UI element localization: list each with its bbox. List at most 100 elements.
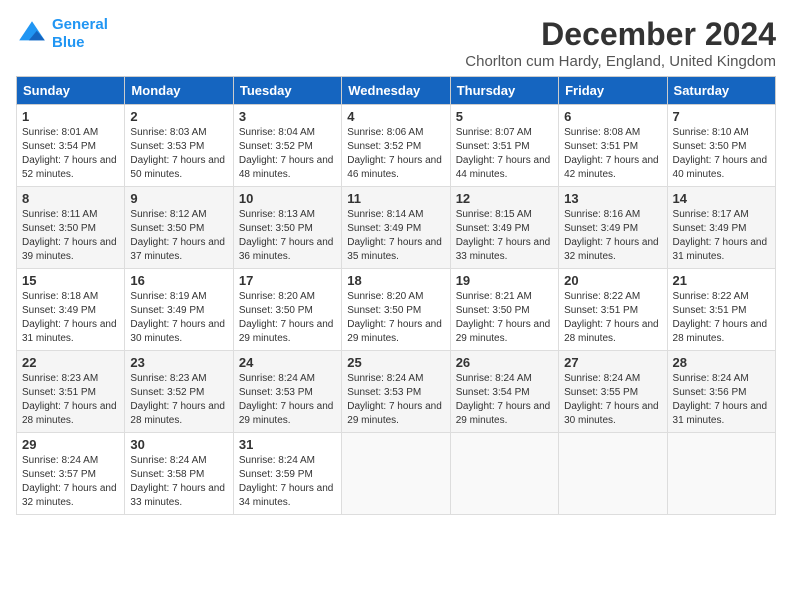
day-info: Sunrise: 8:24 AM Sunset: 3:53 PM Dayligh…	[239, 372, 336, 428]
day-number: 5	[456, 109, 553, 124]
day-info: Sunrise: 8:17 AM Sunset: 3:49 PM Dayligh…	[673, 208, 770, 264]
logo: General Blue	[16, 16, 108, 52]
calendar-table: SundayMondayTuesdayWednesdayThursdayFrid…	[16, 76, 776, 515]
calendar-day-cell: 8 Sunrise: 8:11 AM Sunset: 3:50 PM Dayli…	[17, 187, 125, 269]
calendar-day-cell: 22 Sunrise: 8:23 AM Sunset: 3:51 PM Dayl…	[17, 351, 125, 433]
calendar-header-row: SundayMondayTuesdayWednesdayThursdayFrid…	[17, 77, 776, 105]
calendar-day-cell: 13 Sunrise: 8:16 AM Sunset: 3:49 PM Dayl…	[559, 187, 667, 269]
day-info: Sunrise: 8:23 AM Sunset: 3:52 PM Dayligh…	[130, 372, 227, 428]
calendar-day-cell	[559, 433, 667, 515]
day-number: 19	[456, 273, 553, 288]
calendar-day-header: Wednesday	[342, 77, 450, 105]
page-header: General Blue December 2024 Chorlton cum …	[16, 16, 776, 70]
day-number: 22	[22, 355, 119, 370]
day-number: 20	[564, 273, 661, 288]
day-info: Sunrise: 8:24 AM Sunset: 3:54 PM Dayligh…	[456, 372, 553, 428]
calendar-day-header: Thursday	[450, 77, 558, 105]
day-info: Sunrise: 8:24 AM Sunset: 3:56 PM Dayligh…	[673, 372, 770, 428]
day-info: Sunrise: 8:16 AM Sunset: 3:49 PM Dayligh…	[564, 208, 661, 264]
day-number: 11	[347, 191, 444, 206]
day-info: Sunrise: 8:19 AM Sunset: 3:49 PM Dayligh…	[130, 290, 227, 346]
calendar-day-cell: 29 Sunrise: 8:24 AM Sunset: 3:57 PM Dayl…	[17, 433, 125, 515]
calendar-day-cell: 12 Sunrise: 8:15 AM Sunset: 3:49 PM Dayl…	[450, 187, 558, 269]
calendar-day-cell: 24 Sunrise: 8:24 AM Sunset: 3:53 PM Dayl…	[233, 351, 341, 433]
calendar-day-cell: 14 Sunrise: 8:17 AM Sunset: 3:49 PM Dayl…	[667, 187, 775, 269]
day-info: Sunrise: 8:03 AM Sunset: 3:53 PM Dayligh…	[130, 126, 227, 182]
day-number: 26	[456, 355, 553, 370]
calendar-day-cell: 20 Sunrise: 8:22 AM Sunset: 3:51 PM Dayl…	[559, 269, 667, 351]
calendar-day-cell: 31 Sunrise: 8:24 AM Sunset: 3:59 PM Dayl…	[233, 433, 341, 515]
calendar-day-cell	[342, 433, 450, 515]
calendar-day-cell	[450, 433, 558, 515]
calendar-day-header: Tuesday	[233, 77, 341, 105]
calendar-day-cell: 30 Sunrise: 8:24 AM Sunset: 3:58 PM Dayl…	[125, 433, 233, 515]
day-number: 18	[347, 273, 444, 288]
calendar-day-cell: 17 Sunrise: 8:20 AM Sunset: 3:50 PM Dayl…	[233, 269, 341, 351]
calendar-day-cell	[667, 433, 775, 515]
calendar-week-row: 8 Sunrise: 8:11 AM Sunset: 3:50 PM Dayli…	[17, 187, 776, 269]
month-title: December 2024	[465, 16, 776, 53]
calendar-week-row: 1 Sunrise: 8:01 AM Sunset: 3:54 PM Dayli…	[17, 105, 776, 187]
day-info: Sunrise: 8:15 AM Sunset: 3:49 PM Dayligh…	[456, 208, 553, 264]
day-info: Sunrise: 8:12 AM Sunset: 3:50 PM Dayligh…	[130, 208, 227, 264]
day-number: 6	[564, 109, 661, 124]
calendar-day-cell: 4 Sunrise: 8:06 AM Sunset: 3:52 PM Dayli…	[342, 105, 450, 187]
calendar-day-cell: 10 Sunrise: 8:13 AM Sunset: 3:50 PM Dayl…	[233, 187, 341, 269]
day-number: 1	[22, 109, 119, 124]
day-info: Sunrise: 8:08 AM Sunset: 3:51 PM Dayligh…	[564, 126, 661, 182]
day-info: Sunrise: 8:18 AM Sunset: 3:49 PM Dayligh…	[22, 290, 119, 346]
title-block: December 2024 Chorlton cum Hardy, Englan…	[465, 16, 776, 70]
logo-line1: General	[52, 16, 108, 33]
day-info: Sunrise: 8:21 AM Sunset: 3:50 PM Dayligh…	[456, 290, 553, 346]
calendar-day-cell: 6 Sunrise: 8:08 AM Sunset: 3:51 PM Dayli…	[559, 105, 667, 187]
day-info: Sunrise: 8:14 AM Sunset: 3:49 PM Dayligh…	[347, 208, 444, 264]
day-number: 23	[130, 355, 227, 370]
calendar-day-cell: 18 Sunrise: 8:20 AM Sunset: 3:50 PM Dayl…	[342, 269, 450, 351]
day-number: 8	[22, 191, 119, 206]
day-number: 14	[673, 191, 770, 206]
day-number: 30	[130, 437, 227, 452]
day-number: 7	[673, 109, 770, 124]
day-info: Sunrise: 8:10 AM Sunset: 3:50 PM Dayligh…	[673, 126, 770, 182]
day-number: 31	[239, 437, 336, 452]
day-number: 2	[130, 109, 227, 124]
calendar-day-cell: 21 Sunrise: 8:22 AM Sunset: 3:51 PM Dayl…	[667, 269, 775, 351]
day-number: 28	[673, 355, 770, 370]
day-info: Sunrise: 8:24 AM Sunset: 3:58 PM Dayligh…	[130, 454, 227, 510]
calendar-day-cell: 15 Sunrise: 8:18 AM Sunset: 3:49 PM Dayl…	[17, 269, 125, 351]
calendar-day-cell: 26 Sunrise: 8:24 AM Sunset: 3:54 PM Dayl…	[450, 351, 558, 433]
calendar-day-cell: 1 Sunrise: 8:01 AM Sunset: 3:54 PM Dayli…	[17, 105, 125, 187]
day-number: 21	[673, 273, 770, 288]
calendar-day-cell: 5 Sunrise: 8:07 AM Sunset: 3:51 PM Dayli…	[450, 105, 558, 187]
day-info: Sunrise: 8:06 AM Sunset: 3:52 PM Dayligh…	[347, 126, 444, 182]
day-info: Sunrise: 8:24 AM Sunset: 3:57 PM Dayligh…	[22, 454, 119, 510]
day-info: Sunrise: 8:23 AM Sunset: 3:51 PM Dayligh…	[22, 372, 119, 428]
calendar-day-header: Friday	[559, 77, 667, 105]
day-info: Sunrise: 8:24 AM Sunset: 3:59 PM Dayligh…	[239, 454, 336, 510]
day-info: Sunrise: 8:04 AM Sunset: 3:52 PM Dayligh…	[239, 126, 336, 182]
day-number: 25	[347, 355, 444, 370]
day-number: 9	[130, 191, 227, 206]
calendar-day-header: Saturday	[667, 77, 775, 105]
calendar-day-cell: 3 Sunrise: 8:04 AM Sunset: 3:52 PM Dayli…	[233, 105, 341, 187]
day-number: 24	[239, 355, 336, 370]
day-info: Sunrise: 8:11 AM Sunset: 3:50 PM Dayligh…	[22, 208, 119, 264]
calendar-day-header: Sunday	[17, 77, 125, 105]
calendar-day-cell: 27 Sunrise: 8:24 AM Sunset: 3:55 PM Dayl…	[559, 351, 667, 433]
day-info: Sunrise: 8:20 AM Sunset: 3:50 PM Dayligh…	[239, 290, 336, 346]
day-info: Sunrise: 8:13 AM Sunset: 3:50 PM Dayligh…	[239, 208, 336, 264]
day-number: 12	[456, 191, 553, 206]
day-info: Sunrise: 8:24 AM Sunset: 3:55 PM Dayligh…	[564, 372, 661, 428]
calendar-body: 1 Sunrise: 8:01 AM Sunset: 3:54 PM Dayli…	[17, 105, 776, 515]
calendar-week-row: 22 Sunrise: 8:23 AM Sunset: 3:51 PM Dayl…	[17, 351, 776, 433]
day-number: 3	[239, 109, 336, 124]
day-number: 27	[564, 355, 661, 370]
day-number: 10	[239, 191, 336, 206]
calendar-day-cell: 7 Sunrise: 8:10 AM Sunset: 3:50 PM Dayli…	[667, 105, 775, 187]
day-info: Sunrise: 8:22 AM Sunset: 3:51 PM Dayligh…	[564, 290, 661, 346]
logo-icon	[16, 18, 48, 50]
day-info: Sunrise: 8:07 AM Sunset: 3:51 PM Dayligh…	[456, 126, 553, 182]
logo-text: General Blue	[52, 16, 108, 52]
logo-line2: Blue	[52, 34, 85, 51]
calendar-day-cell: 9 Sunrise: 8:12 AM Sunset: 3:50 PM Dayli…	[125, 187, 233, 269]
